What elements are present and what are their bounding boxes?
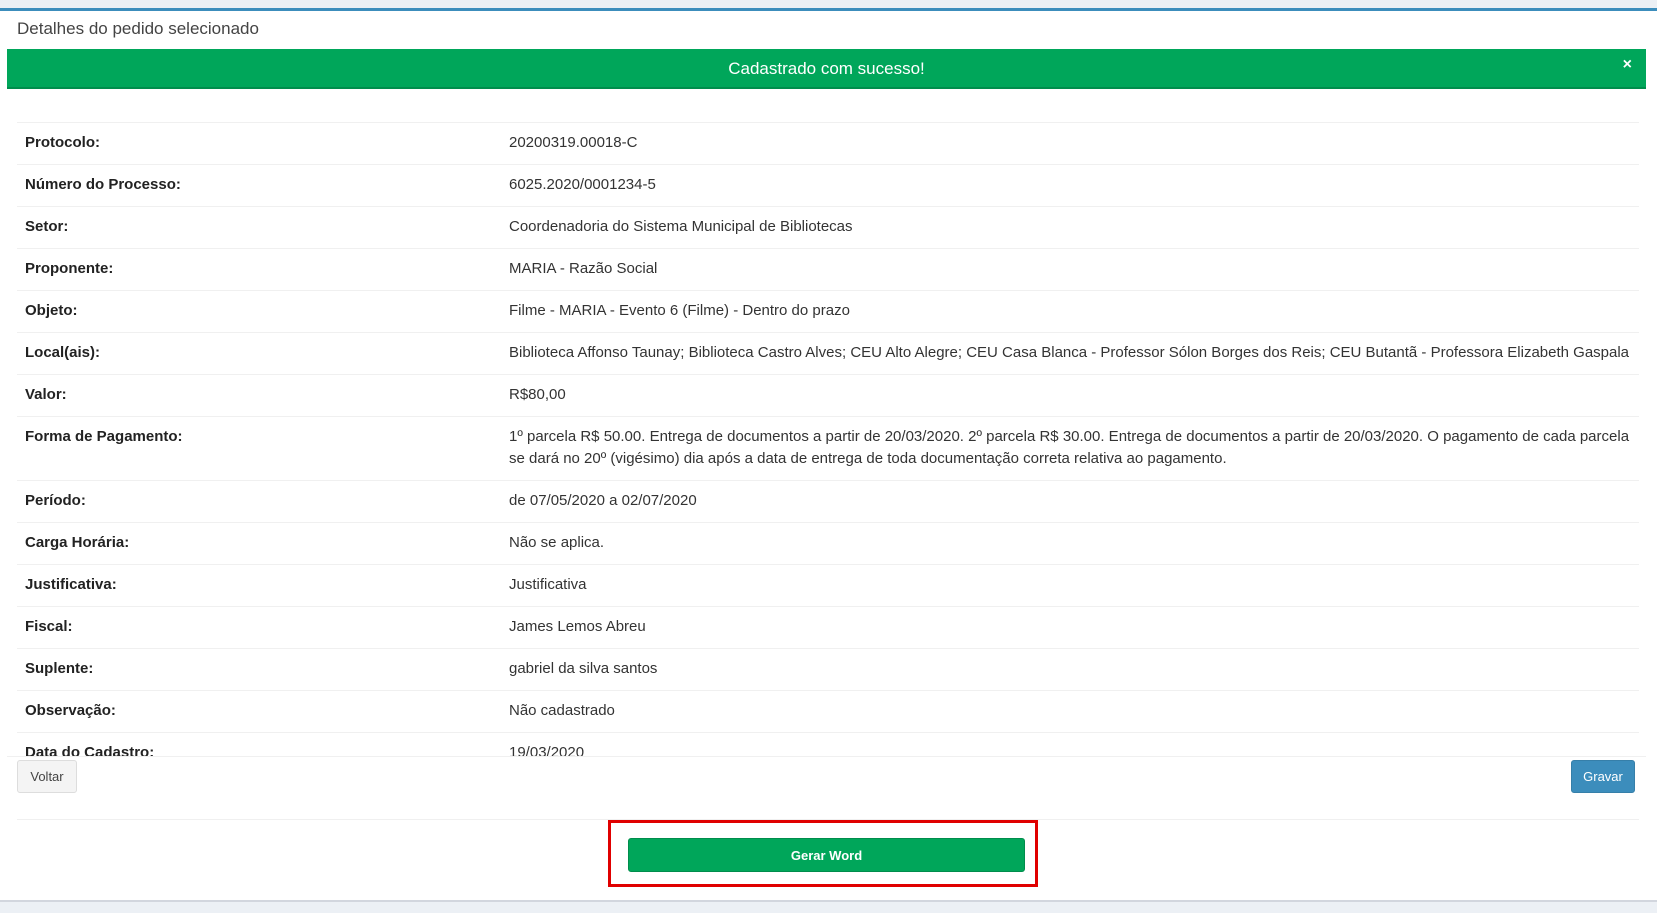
details-table: Protocolo: 20200319.00018-C Número do Pr… (17, 122, 1639, 774)
row-value: MARIA - Razão Social (509, 260, 658, 277)
table-row: Setor: Coordenadoria do Sistema Municipa… (17, 206, 1639, 249)
table-row: Valor: R$80,00 (17, 374, 1639, 417)
back-button[interactable]: Voltar (17, 760, 77, 793)
row-value: 6025.2020/0001234-5 (509, 176, 656, 193)
row-label: Proponente: (25, 260, 114, 277)
row-value: 20200319.00018-C (509, 134, 638, 151)
row-value: 19/03/2020 (509, 744, 585, 761)
table-row: Proponente: MARIA - Razão Social (17, 248, 1639, 291)
table-row: Observação: Não cadastrado (17, 690, 1639, 733)
row-label: Valor: (25, 386, 67, 403)
row-label: Observação: (25, 702, 116, 719)
success-alert: Cadastrado com sucesso! × (7, 49, 1646, 89)
row-value: gabriel da silva santos (509, 660, 658, 677)
row-label: Protocolo: (25, 134, 100, 151)
table-row: Número do Processo: 6025.2020/0001234-5 (17, 164, 1639, 207)
row-value: Não se aplica. (509, 534, 605, 551)
row-value: Não cadastrado (509, 702, 615, 719)
table-row: Data do Cadastro: 19/03/2020 (17, 732, 1639, 775)
row-label: Forma de Pagamento: (25, 428, 183, 445)
table-row: Suplente: gabriel da silva santos (17, 648, 1639, 691)
details-box: Detalhes do pedido selecionado Cadastrad… (0, 8, 1657, 902)
row-value: Coordenadoria do Sistema Municipal de Bi… (509, 218, 853, 235)
row-label: Número do Processo: (25, 176, 181, 193)
table-row: Carga Horária: Não se aplica. (17, 522, 1639, 565)
row-value: R$80,00 (509, 386, 566, 403)
table-row: Justificativa: Justificativa (17, 564, 1639, 607)
table-row: Local(ais): Biblioteca Affonso Taunay; B… (17, 332, 1639, 375)
row-label: Suplente: (25, 660, 94, 677)
row-value: de 07/05/2020 a 02/07/2020 (509, 492, 697, 509)
row-label: Setor: (25, 218, 69, 235)
row-label: Objeto: (25, 302, 78, 319)
divider (0, 900, 1657, 902)
row-value: James Lemos Abreu (509, 618, 646, 635)
table-row: Fiscal: James Lemos Abreu (17, 606, 1639, 649)
table-row: Objeto: Filme - MARIA - Evento 6 (Filme)… (17, 290, 1639, 333)
divider (7, 756, 1646, 757)
generate-word-button[interactable]: Gerar Word (628, 838, 1025, 872)
row-value: Filme - MARIA - Evento 6 (Filme) - Dentr… (509, 302, 850, 319)
save-button[interactable]: Gravar (1571, 760, 1635, 793)
row-label: Fiscal: (25, 618, 73, 635)
box-title: Detalhes do pedido selecionado (17, 19, 259, 38)
row-value: Justificativa (509, 576, 587, 593)
table-row: Forma de Pagamento: 1º parcela R$ 50.00.… (17, 416, 1639, 481)
row-label: Data do Cadastro: (25, 744, 155, 761)
row-value: 1º parcela R$ 50.00. Entrega de document… (509, 428, 1630, 467)
table-row: Protocolo: 20200319.00018-C (17, 122, 1639, 165)
row-label: Período: (25, 492, 86, 509)
table-row: Período: de 07/05/2020 a 02/07/2020 (17, 480, 1639, 523)
alert-message: Cadastrado com sucesso! (728, 59, 925, 78)
close-icon[interactable]: × (1623, 56, 1632, 74)
row-label: Carga Horária: (25, 534, 130, 551)
row-label: Local(ais): (25, 344, 101, 361)
row-label: Justificativa: (25, 576, 117, 593)
row-value: Biblioteca Affonso Taunay; Biblioteca Ca… (509, 344, 1630, 361)
